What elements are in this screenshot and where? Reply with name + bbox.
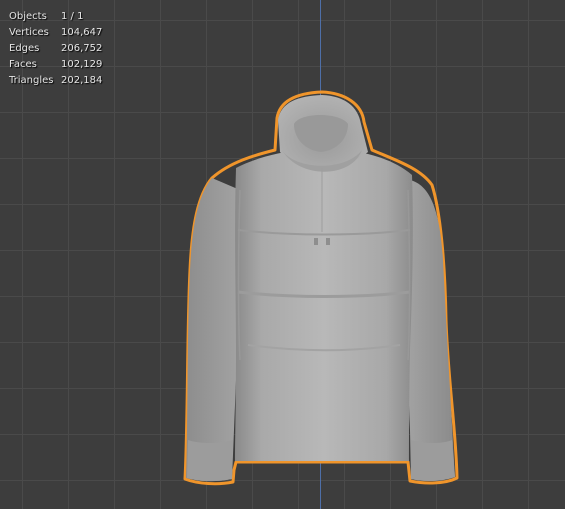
hoodie-body: [235, 150, 413, 461]
left-cuff: [187, 440, 233, 482]
3d-viewport[interactable]: Objects 1 / 1 Vertices 104,647 Edges 206…: [0, 0, 565, 509]
right-cuff: [411, 440, 455, 482]
drawstring-right: [326, 238, 330, 245]
hoodie-mesh-object[interactable]: [0, 0, 565, 509]
drawstring-left: [314, 238, 318, 245]
